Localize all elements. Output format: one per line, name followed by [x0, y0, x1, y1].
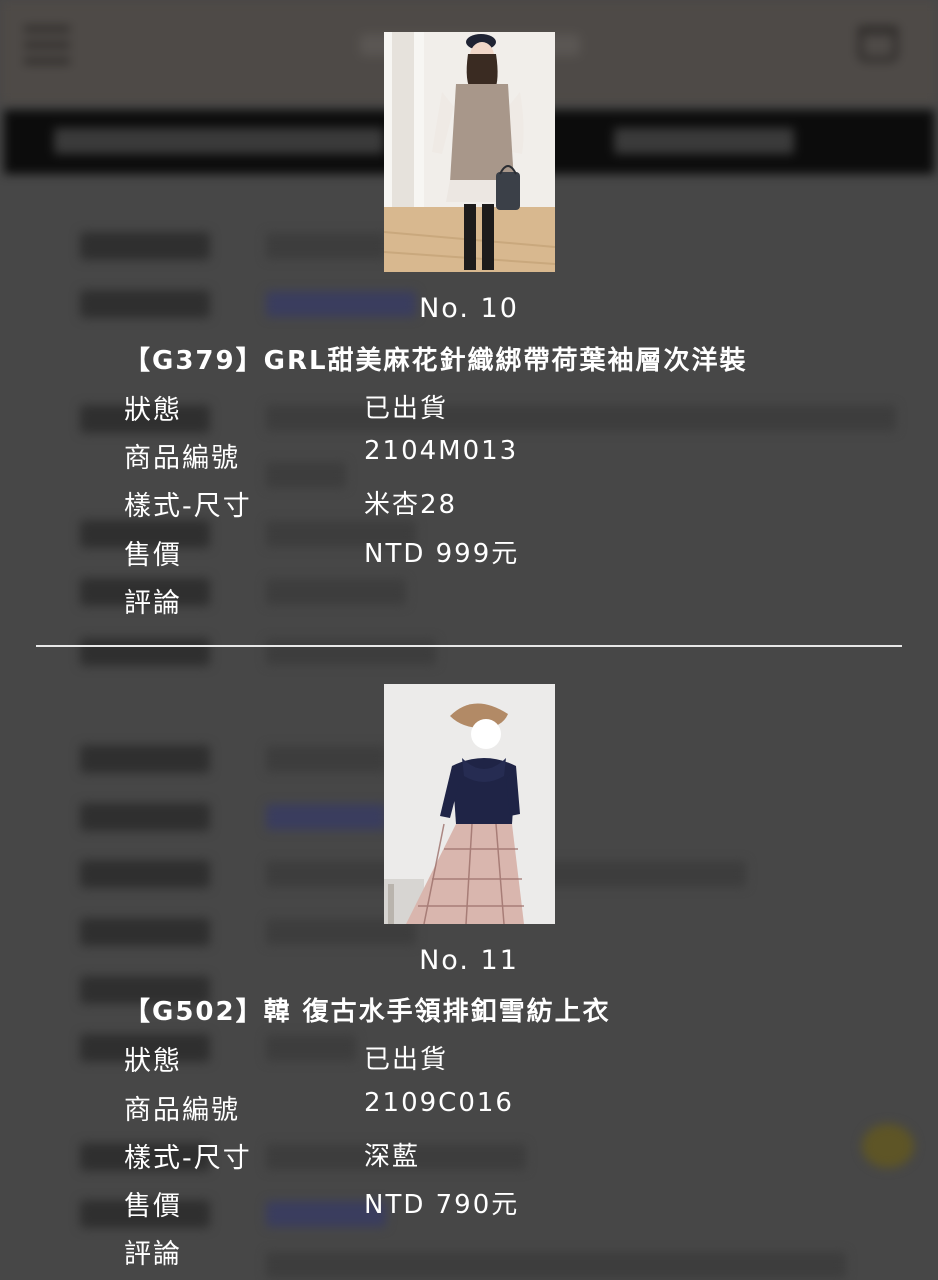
product-photo: [384, 32, 555, 272]
status-label: 狀態: [124, 1046, 182, 1077]
cart-icon: [858, 26, 898, 62]
style-size-label: 樣式-尺寸: [124, 1143, 252, 1174]
product-title: 【G379】GRL甜美麻花針織綁帶荷葉袖層次洋裝: [124, 346, 748, 376]
status-value: 已出貨: [364, 394, 449, 424]
status-value: 已出貨: [364, 1045, 449, 1075]
product-code-value: 2109C016: [364, 1088, 514, 1118]
style-size-label: 樣式-尺寸: [124, 491, 252, 522]
menu-icon: [24, 26, 70, 64]
product-code-label: 商品編號: [124, 443, 240, 474]
price-label: 售價: [124, 540, 182, 571]
review-label: 評論: [124, 1239, 182, 1270]
chat-button[interactable]: [862, 1124, 914, 1168]
price-value: NTD 790元: [364, 1190, 520, 1220]
item-number: No. 11: [419, 945, 519, 976]
price-value: NTD 999元: [364, 539, 520, 569]
status-label: 狀態: [124, 395, 182, 426]
price-label: 售價: [124, 1191, 182, 1222]
product-code-label: 商品編號: [124, 1095, 240, 1126]
item-divider: [36, 645, 902, 647]
style-size-value: 米杏28: [364, 490, 458, 520]
item-number: No. 10: [419, 293, 519, 324]
review-label: 評論: [124, 588, 182, 619]
product-photo: [384, 684, 555, 924]
product-title: 【G502】韓 復古水手領排釦雪紡上衣: [124, 997, 611, 1027]
product-code-value: 2104M013: [364, 436, 519, 466]
style-size-value: 深藍: [364, 1142, 421, 1172]
